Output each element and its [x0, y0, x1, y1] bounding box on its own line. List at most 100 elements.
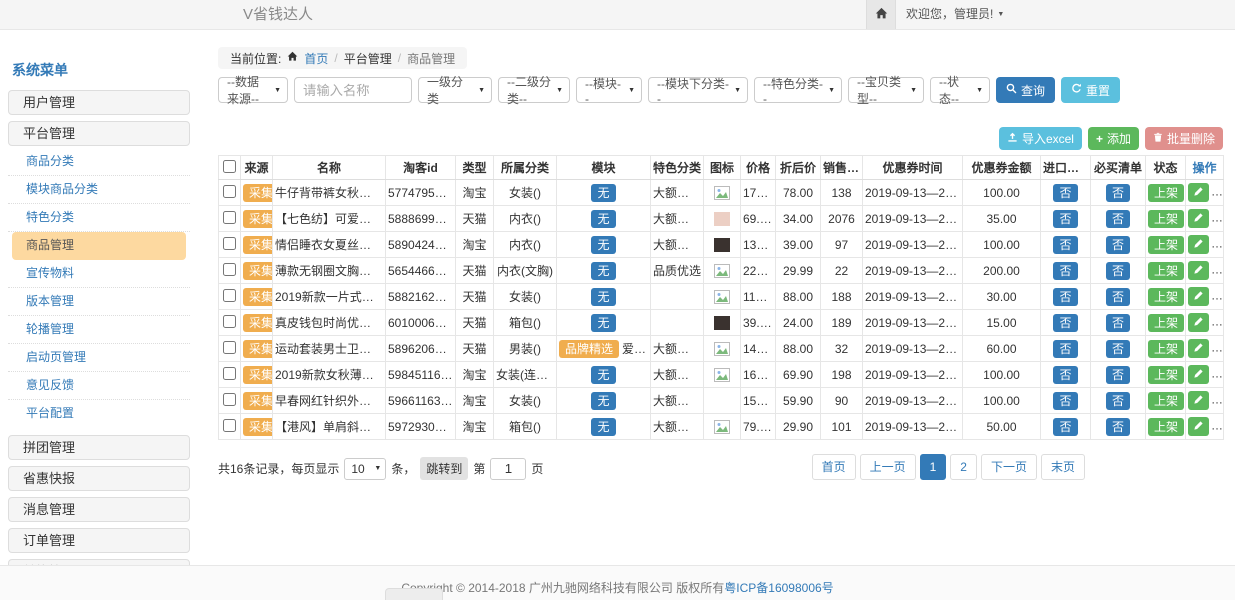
search-button[interactable]: 查询: [996, 77, 1055, 103]
sidebar-item[interactable]: 订单管理: [8, 528, 190, 553]
module-subcategory-select[interactable]: --模块下分类--▼: [648, 77, 748, 103]
status-toggle[interactable]: 上架: [1148, 366, 1184, 384]
sidebar-subitem[interactable]: 商品管理: [12, 232, 186, 260]
sidebar-subitem[interactable]: 版本管理: [8, 288, 190, 316]
sidebar-subitem[interactable]: 启动页管理: [8, 344, 190, 372]
select-all-checkbox[interactable]: [223, 160, 236, 173]
sidebar-subitem[interactable]: 意见反馈: [8, 372, 190, 400]
name-search-input[interactable]: [294, 77, 412, 103]
status-toggle[interactable]: 上架: [1148, 236, 1184, 254]
pager-item[interactable]: 首页: [812, 454, 856, 480]
must-buy-toggle[interactable]: 否: [1106, 314, 1130, 332]
sidebar-item-user-mgmt[interactable]: 用户管理: [8, 90, 190, 115]
row-checkbox[interactable]: [223, 393, 236, 406]
row-checkbox[interactable]: [223, 263, 236, 276]
jump-button[interactable]: 跳转到: [420, 457, 468, 480]
add-button[interactable]: + 添加: [1088, 127, 1139, 150]
sidebar-subitem[interactable]: 商品分类: [8, 148, 190, 176]
per-page-select[interactable]: 10▼: [344, 458, 386, 480]
level1-category-select[interactable]: 一级分类▼: [418, 77, 492, 103]
status-toggle[interactable]: 上架: [1148, 262, 1184, 280]
pager-item[interactable]: 上一页: [860, 454, 916, 480]
item-type-select[interactable]: --宝贝类型--▼: [848, 77, 924, 103]
sidebar-subitem[interactable]: 平台配置: [8, 400, 190, 427]
sidebar-subitem[interactable]: 特色分类: [8, 204, 190, 232]
import-select-toggle[interactable]: 否: [1053, 418, 1077, 436]
sidebar-subitem[interactable]: 轮播管理: [8, 316, 190, 344]
edit-button[interactable]: [1188, 313, 1209, 332]
status-toggle[interactable]: 上架: [1148, 210, 1184, 228]
must-buy-toggle[interactable]: 否: [1106, 418, 1130, 436]
import-select-toggle[interactable]: 否: [1053, 236, 1077, 254]
must-buy-toggle[interactable]: 否: [1106, 236, 1130, 254]
status-toggle[interactable]: 上架: [1148, 184, 1184, 202]
status-toggle[interactable]: 上架: [1148, 314, 1184, 332]
status-select[interactable]: --状态--▼: [930, 77, 990, 103]
breadcrumb-home-link[interactable]: 首页: [304, 50, 328, 67]
home-button[interactable]: [866, 0, 896, 29]
edit-button[interactable]: [1188, 183, 1209, 202]
icp-link[interactable]: 粤ICP备16098006号: [724, 581, 833, 595]
edit-button[interactable]: [1188, 391, 1209, 410]
icon-cell: [704, 258, 741, 284]
edit-button[interactable]: [1188, 261, 1209, 280]
edit-button[interactable]: [1188, 417, 1209, 436]
sidebar-item[interactable]: 消息管理: [8, 497, 190, 522]
row-checkbox[interactable]: [223, 211, 236, 224]
sidebar-item-platform-mgmt[interactable]: 平台管理: [8, 121, 190, 146]
status-toggle[interactable]: 上架: [1148, 288, 1184, 306]
must-buy-toggle[interactable]: 否: [1106, 262, 1130, 280]
must-buy-toggle[interactable]: 否: [1106, 184, 1130, 202]
sidebar-subitem[interactable]: 宣传物料: [8, 260, 190, 288]
row-checkbox[interactable]: [223, 315, 236, 328]
must-buy-toggle[interactable]: 否: [1106, 210, 1130, 228]
import-select-toggle[interactable]: 否: [1053, 340, 1077, 358]
import-excel-button[interactable]: 导入excel: [999, 127, 1082, 150]
pager-item[interactable]: 下一页: [981, 454, 1037, 480]
feature-cell: [651, 284, 704, 310]
status-toggle[interactable]: 上架: [1148, 340, 1184, 358]
import-select-toggle[interactable]: 否: [1053, 184, 1077, 202]
row-checkbox[interactable]: [223, 237, 236, 250]
jump-suffix: 页: [531, 460, 543, 477]
edit-button[interactable]: [1188, 339, 1209, 358]
pager-item[interactable]: 2: [950, 454, 977, 480]
import-select-toggle[interactable]: 否: [1053, 210, 1077, 228]
batch-delete-button[interactable]: 批量删除: [1145, 127, 1223, 150]
pager-item[interactable]: 1: [920, 454, 947, 480]
import-select-toggle[interactable]: 否: [1053, 262, 1077, 280]
source-cell: 采集: [241, 284, 273, 310]
pager-item[interactable]: 末页: [1041, 454, 1085, 480]
edit-button[interactable]: [1188, 235, 1209, 254]
source-cell: 采集: [241, 232, 273, 258]
user-menu[interactable]: 欢迎您，管理员!▼: [906, 0, 1004, 29]
must-buy-toggle[interactable]: 否: [1106, 340, 1130, 358]
sidebar-item[interactable]: 拼团管理: [8, 435, 190, 460]
must-buy-toggle[interactable]: 否: [1106, 366, 1130, 384]
reset-button[interactable]: 重置: [1061, 77, 1120, 103]
status-toggle[interactable]: 上架: [1148, 418, 1184, 436]
import-select-toggle[interactable]: 否: [1053, 366, 1077, 384]
import-select-toggle[interactable]: 否: [1053, 392, 1077, 410]
row-checkbox[interactable]: [223, 289, 236, 302]
must-buy-toggle[interactable]: 否: [1106, 288, 1130, 306]
row-checkbox[interactable]: [223, 367, 236, 380]
row-checkbox[interactable]: [223, 419, 236, 432]
jump-page-input[interactable]: [490, 458, 526, 480]
level2-category-select[interactable]: --二级分类--▼: [498, 77, 570, 103]
source-filter-select[interactable]: --数据来源--▼: [218, 77, 288, 103]
row-checkbox[interactable]: [223, 185, 236, 198]
import-select-toggle[interactable]: 否: [1053, 288, 1077, 306]
feature-category-select[interactable]: --特色分类--▼: [754, 77, 842, 103]
sidebar-subitem[interactable]: 模块商品分类: [8, 176, 190, 204]
edit-button[interactable]: [1188, 365, 1209, 384]
status-toggle[interactable]: 上架: [1148, 392, 1184, 410]
edit-button[interactable]: [1188, 287, 1209, 306]
edit-button[interactable]: [1188, 209, 1209, 228]
must-buy-toggle[interactable]: 否: [1106, 392, 1130, 410]
row-checkbox[interactable]: [223, 341, 236, 354]
breadcrumb-prefix: 当前位置:: [230, 50, 281, 67]
import-select-toggle[interactable]: 否: [1053, 314, 1077, 332]
sidebar-item[interactable]: 省惠快报: [8, 466, 190, 491]
module-select[interactable]: --模块--▼: [576, 77, 642, 103]
